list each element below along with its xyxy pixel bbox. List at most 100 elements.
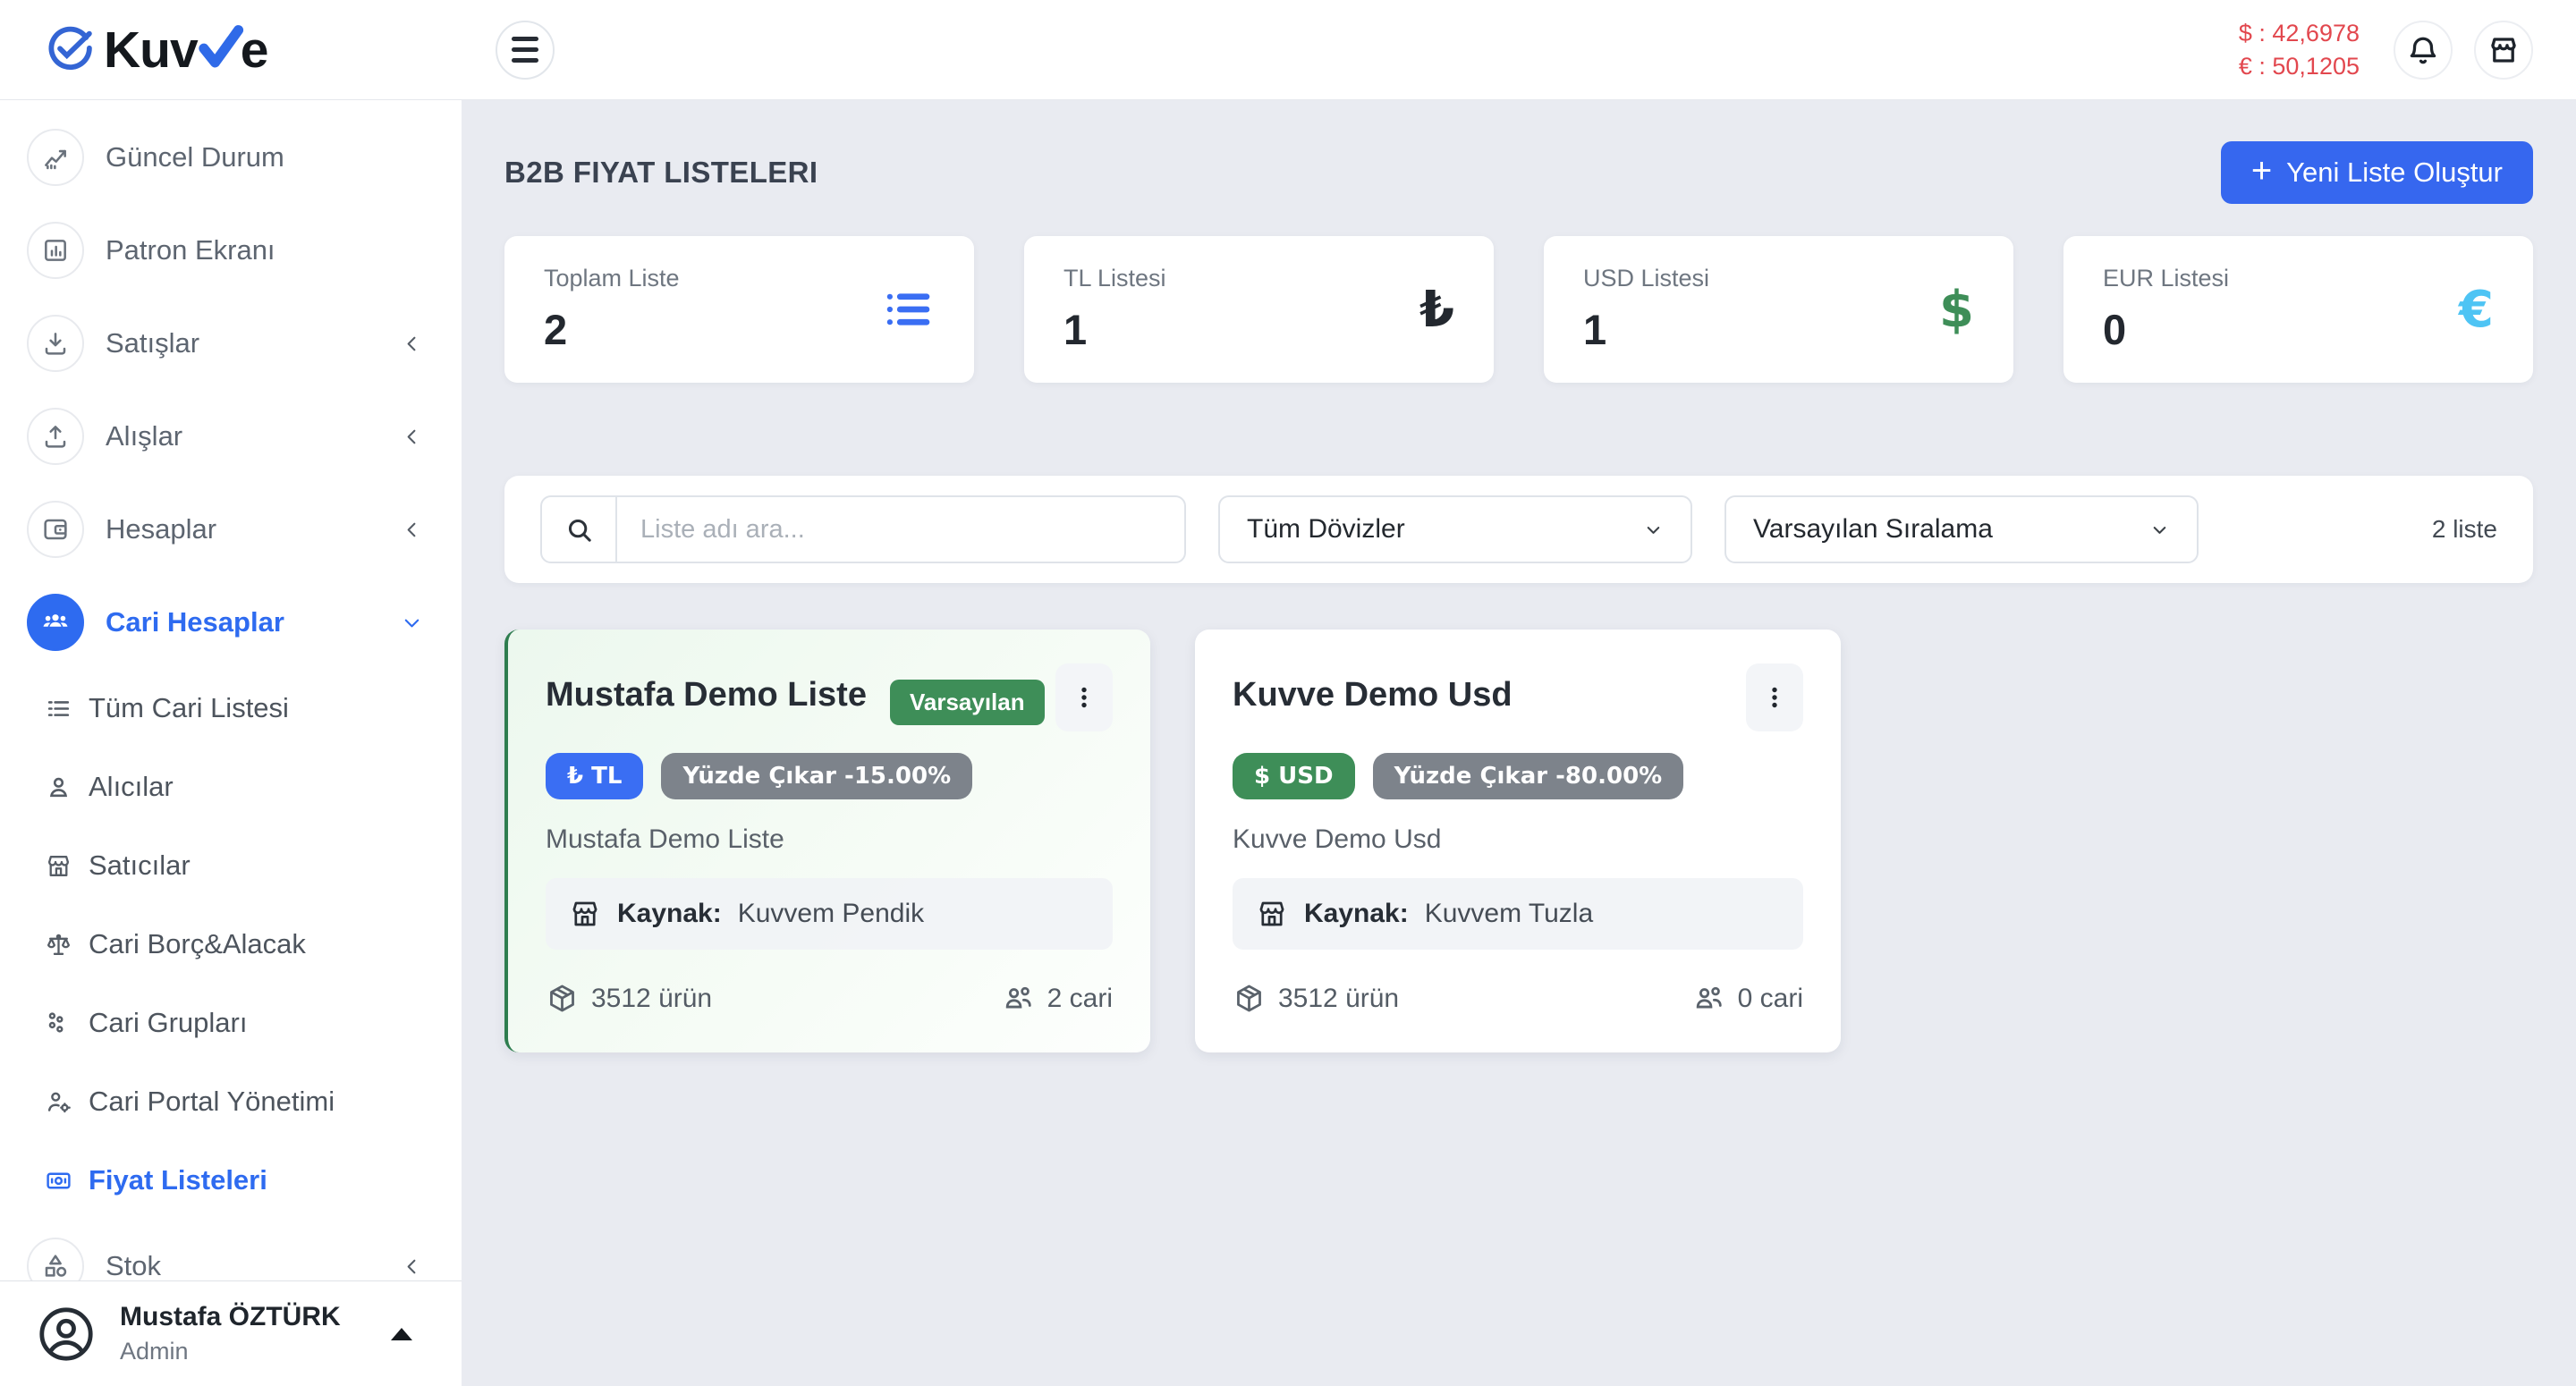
sidebar-subitem-label: Cari Grupları [89,1007,247,1039]
list-icon [45,695,72,723]
stat-card-usd: USD Listesi 1 $ [1544,236,2013,383]
card-header: Mustafa Demo Liste Varsayılan [546,663,1113,731]
sidebar-item-guncel-durum[interactable]: Güncel Durum [0,111,462,204]
card-menu-button[interactable] [1055,663,1113,731]
caret-up-icon [391,1328,412,1340]
stat-label: Toplam Liste [544,265,680,292]
create-list-button[interactable]: + Yeni Liste Oluştur [2221,141,2533,204]
chevron-left-icon [402,427,422,447]
sidebar-item-label: Hesaplar [106,513,216,545]
stat-card-total: Toplam Liste 2 [504,236,974,383]
stat-value: 2 [544,305,680,354]
kebab-menu-icon [1069,682,1099,713]
notifications-button[interactable] [2394,21,2453,80]
sidebar-subitem-cari-portal-yonetimi[interactable]: Cari Portal Yönetimi [0,1062,462,1141]
brand-logo[interactable]: Kuv e [0,0,462,100]
chevron-left-icon [402,1256,422,1277]
sidebar-subitem-alicilar[interactable]: Alıcılar [0,748,462,826]
stat-value: 1 [1063,305,1166,354]
sidebar-item-patron-ekrani[interactable]: Patron Ekranı [0,204,462,297]
package-icon [546,982,579,1015]
sidebar-subitem-fiyat-listeleri[interactable]: Fiyat Listeleri [0,1141,462,1220]
stat-label: EUR Listesi [2103,265,2229,292]
list-icon [879,282,935,337]
currency-badge: $ USD [1233,753,1355,799]
filter-bar: Tüm Dövizler Varsayılan Sıralama 2 liste [504,476,2533,583]
discount-badge: Yüzde Çıkar -15.00% [661,753,972,799]
sidebar-subitem-tum-cari-listesi[interactable]: Tüm Cari Listesi [0,669,462,748]
card-badges: ₺ TL Yüzde Çıkar -15.00% [546,753,1113,799]
package-icon [1233,982,1266,1015]
eur-rate: € : 50,1205 [2239,50,2360,83]
price-list-card-kuvve-demo-usd[interactable]: Kuvve Demo Usd $ USD Yüzde Çıkar -80.00%… [1195,630,1841,1052]
sidebar-item-cari-hesaplar[interactable]: Cari Hesaplar [0,576,462,669]
discount-badge: Yüzde Çıkar -80.00% [1373,753,1684,799]
stat-cards: Toplam Liste 2 TL Listesi 1 ₺ USD Listes… [504,236,2533,383]
price-list-card-mustafa-demo[interactable]: Mustafa Demo Liste Varsayılan ₺ TL Yüzde… [504,630,1150,1052]
chevron-down-icon [402,613,422,633]
search-group [540,495,1186,563]
sidebar-subitem-label: Fiyat Listeleri [89,1164,267,1196]
source-value: Kuvvem Tuzla [1425,899,1593,929]
card-footer: 3512 ürün 0 cari [1233,982,1803,1015]
sidebar-item-alislar[interactable]: Alışlar [0,390,462,483]
person-icon [45,773,72,801]
sidebar-item-satislar[interactable]: Satışlar [0,297,462,390]
dollar-icon: $ [1939,281,1974,339]
stat-label: TL Listesi [1063,265,1166,292]
card-source-row: Kaynak: Kuvvem Pendik [546,878,1113,950]
sidebar-subitem-label: Satıcılar [89,849,191,882]
chevron-down-icon [1643,520,1664,540]
stat-value: 0 [2103,305,2229,354]
store-button[interactable] [2474,21,2533,80]
download-icon [27,315,84,372]
bell-icon [2407,34,2439,66]
avatar [36,1304,97,1365]
card-header: Kuvve Demo Usd [1233,663,1803,731]
page-title: B2B FIYAT LISTELERI [504,156,818,190]
groups-icon [45,1010,72,1037]
source-label: Kaynak: [1304,899,1409,929]
account-count: 0 cari [1692,982,1803,1015]
stat-label: USD Listesi [1583,265,1709,292]
currency-filter-select[interactable]: Tüm Dövizler [1218,495,1692,563]
card-title: Mustafa Demo Liste [546,676,867,714]
lira-icon: ₺ [1419,281,1454,339]
sidebar-item-hesaplar[interactable]: Hesaplar [0,483,462,576]
sidebar-subitem-label: Cari Borç&Alacak [89,928,306,960]
user-menu[interactable]: Mustafa ÖZTÜRK Admin [0,1280,462,1386]
wallet-icon [27,501,84,558]
storefront-icon [569,898,601,930]
sidebar-subitem-cari-borc-alacak[interactable]: Cari Borç&Alacak [0,905,462,984]
scales-icon [45,931,72,959]
storefront-icon [45,852,72,880]
hamburger-menu-button[interactable] [496,21,555,80]
user-name: Mustafa ÖZTÜRK [120,1302,341,1332]
search-icon [542,497,617,562]
people-icon [1692,982,1725,1015]
brand-checkmark-icon [198,21,241,79]
exchange-rates: $ : 42,6978 € : 50,1205 [2239,17,2360,83]
search-input[interactable] [617,497,1184,562]
plus-icon: + [2251,153,2272,189]
price-list-icon [45,1167,72,1195]
stat-card-eur: EUR Listesi 0 € [2063,236,2533,383]
currency-badge: ₺ TL [546,753,643,799]
stat-card-tl: TL Listesi 1 ₺ [1024,236,1494,383]
card-badges: $ USD Yüzde Çıkar -80.00% [1233,753,1803,799]
card-menu-button[interactable] [1746,663,1803,731]
currency-filter-value: Tüm Dövizler [1247,514,1405,545]
sidebar-subitem-saticilar[interactable]: Satıcılar [0,826,462,905]
sort-filter-select[interactable]: Varsayılan Sıralama [1724,495,2199,563]
sidebar-subitem-label: Cari Portal Yönetimi [89,1086,335,1118]
storefront-icon [1256,898,1288,930]
chevron-left-icon [402,520,422,540]
bar-chart-icon [27,222,84,279]
sidebar-subitem-cari-gruplari[interactable]: Cari Grupları [0,984,462,1062]
topbar: $ : 42,6978 € : 50,1205 [462,0,2576,100]
people-icon [1002,982,1035,1015]
source-label: Kaynak: [617,899,722,929]
sidebar-subitem-label: Tüm Cari Listesi [89,692,289,724]
card-title: Kuvve Demo Usd [1233,676,1513,714]
sidebar-item-label: Alışlar [106,420,182,452]
